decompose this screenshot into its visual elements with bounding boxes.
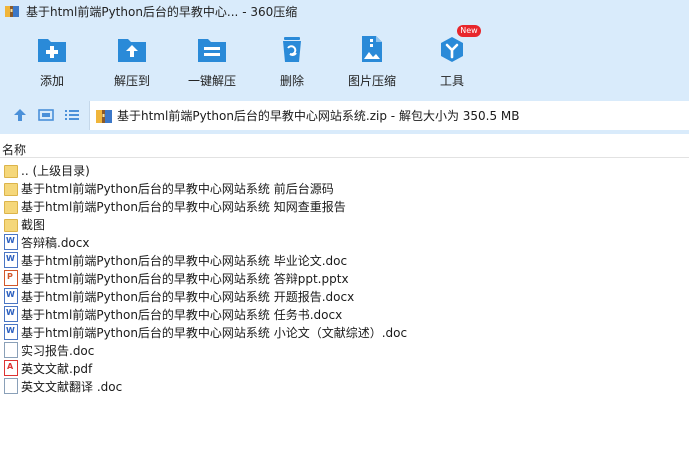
file-list: .. (上级目录) 基于html前端Python后台的早教中心网站系统 前后台源… [0, 161, 689, 395]
powerpoint-icon [4, 270, 18, 286]
tools-label: 工具 [439, 74, 464, 88]
folder-icon [4, 182, 18, 196]
list-view-button[interactable] [62, 105, 82, 125]
list-view-icon [65, 110, 79, 120]
add-button[interactable]: 添加 [17, 22, 87, 96]
add-icon [36, 34, 68, 64]
one-click-extract-icon [196, 34, 228, 64]
list-item[interactable]: 基于html前端Python后台的早教中心网站系统 小论文（文献综述）.doc [0, 323, 689, 341]
toolbar: 添加 解压到 一键解压 删除 图片压缩 工具 New [0, 22, 689, 96]
file-name: 基于html前端Python后台的早教中心网站系统 小论文（文献综述）.doc [21, 325, 408, 340]
file-name: 英文文献翻译 .doc [21, 379, 123, 394]
pdf-icon [4, 360, 18, 376]
window-title: 基于html前端Python后台的早教中心... - 360压缩 [26, 4, 298, 19]
list-item[interactable]: 基于html前端Python后台的早教中心网站系统 前后台源码 [0, 179, 689, 197]
arrow-up-icon [14, 109, 26, 121]
word-document-icon [4, 288, 18, 304]
delete-button[interactable]: 删除 [257, 22, 327, 96]
list-item[interactable]: 基于html前端Python后台的早教中心网站系统 任务书.docx [0, 305, 689, 323]
extract-to-icon [116, 34, 148, 64]
folder-icon [4, 200, 18, 214]
file-name: 基于html前端Python后台的早教中心网站系统 前后台源码 [21, 181, 334, 196]
add-label: 添加 [39, 74, 64, 88]
new-badge: New [457, 25, 481, 37]
thumbnail-view-button[interactable] [36, 105, 56, 125]
one-click-extract-label: 一键解压 [187, 74, 236, 88]
path-text: 基于html前端Python后台的早教中心网站系统.zip - 解包大小为 35… [117, 109, 520, 123]
list-item[interactable]: 基于html前端Python后台的早教中心网站系统 开题报告.docx [0, 287, 689, 305]
column-header-row: 名称 [0, 138, 689, 158]
list-item[interactable]: 基于html前端Python后台的早教中心网站系统 知网查重报告 [0, 197, 689, 215]
image-compress-icon [356, 34, 388, 64]
word-document-icon [4, 324, 18, 340]
title-bar: 基于html前端Python后台的早教中心... - 360压缩 [0, 0, 689, 22]
new-badge-text: New [460, 26, 478, 35]
folder-icon [4, 218, 18, 232]
file-name: .. (上级目录) [21, 163, 90, 178]
delete-icon [276, 34, 308, 64]
up-level-button[interactable] [10, 105, 30, 125]
file-name: 基于html前端Python后台的早教中心网站系统 知网查重报告 [21, 199, 346, 214]
thumbnail-view-icon [38, 109, 54, 121]
archive-app-icon [4, 3, 20, 19]
file-name: 基于html前端Python后台的早教中心网站系统 答辩ppt.pptx [21, 271, 349, 286]
list-item[interactable]: 实习报告.doc [0, 341, 689, 359]
extract-to-label: 解压到 [113, 74, 150, 88]
file-name: 基于html前端Python后台的早教中心网站系统 开题报告.docx [21, 289, 355, 304]
tools-icon [436, 34, 468, 64]
list-item[interactable]: .. (上级目录) [0, 161, 689, 179]
delete-label: 删除 [279, 74, 304, 88]
list-item[interactable]: 英文文献.pdf [0, 359, 689, 377]
file-name: 截图 [21, 217, 46, 232]
list-item[interactable]: 英文文献翻译 .doc [0, 377, 689, 395]
file-name: 基于html前端Python后台的早教中心网站系统 毕业论文.doc [21, 253, 348, 268]
file-name: 答辩稿.docx [21, 235, 90, 250]
list-item[interactable]: 基于html前端Python后台的早教中心网站系统 答辩ppt.pptx [0, 269, 689, 287]
zip-file-icon [95, 107, 113, 125]
extract-to-button[interactable]: 解压到 [97, 22, 167, 96]
file-name: 实习报告.doc [21, 343, 95, 358]
file-icon [4, 342, 18, 358]
file-name: 英文文献.pdf [21, 361, 93, 376]
file-name: 基于html前端Python后台的早教中心网站系统 任务书.docx [21, 307, 343, 322]
image-compress-label: 图片压缩 [347, 74, 396, 88]
image-compress-button[interactable]: 图片压缩 [337, 22, 407, 96]
tools-button[interactable]: 工具 New [417, 22, 487, 96]
column-header-name[interactable]: 名称 [2, 141, 26, 158]
word-document-icon [4, 234, 18, 250]
list-item[interactable]: 截图 [0, 215, 689, 233]
word-document-icon [4, 252, 18, 268]
word-document-icon [4, 306, 18, 322]
path-display[interactable]: 基于html前端Python后台的早教中心网站系统.zip - 解包大小为 35… [89, 101, 689, 130]
one-click-extract-button[interactable]: 一键解压 [177, 22, 247, 96]
list-item[interactable]: 答辩稿.docx [0, 233, 689, 251]
file-icon [4, 378, 18, 394]
address-bar: 基于html前端Python后台的早教中心网站系统.zip - 解包大小为 35… [0, 96, 689, 134]
folder-icon [4, 164, 18, 178]
list-item[interactable]: 基于html前端Python后台的早教中心网站系统 毕业论文.doc [0, 251, 689, 269]
